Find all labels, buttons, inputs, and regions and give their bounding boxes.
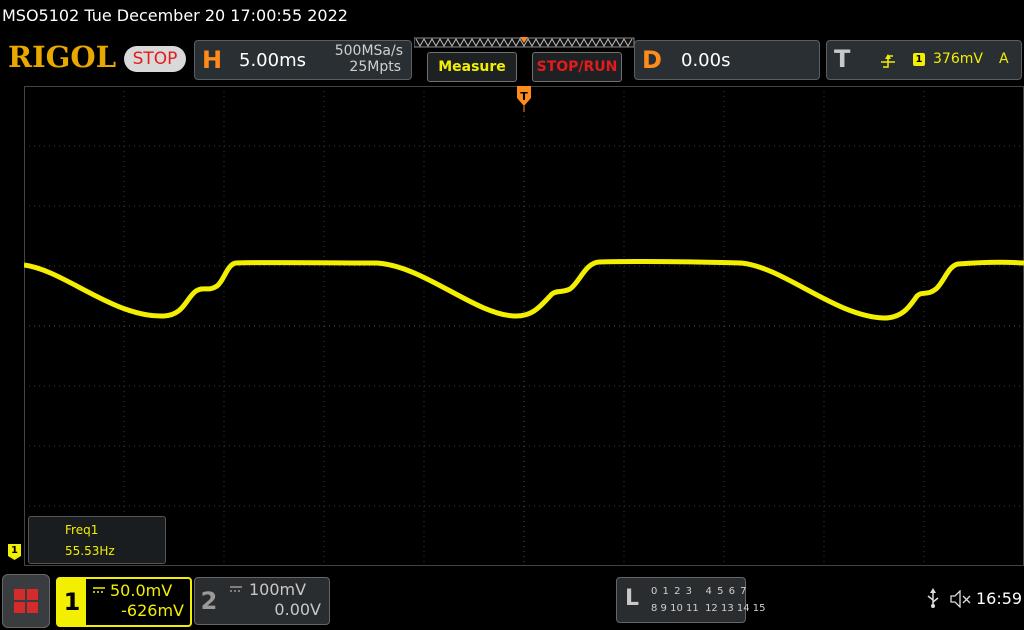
clock-time: 16:59 (976, 589, 1023, 608)
channel1-offset-marker[interactable]: 1 (8, 544, 21, 560)
navigation-button[interactable] (2, 574, 50, 628)
channel2-panel[interactable]: 2 100mV 0.00V (194, 577, 330, 625)
channel1-offset: -626mV (121, 601, 184, 620)
trigger-level: 376mV (933, 51, 983, 67)
rising-edge-icon (881, 54, 895, 68)
delay-value: 0.00s (681, 50, 731, 71)
run-state-badge[interactable]: STOP (124, 46, 186, 72)
brand-logo: RIGOL (8, 40, 117, 74)
waveform-display[interactable] (24, 86, 1024, 566)
channel1-waveform (24, 259, 1024, 321)
title-text: MSO5102 Tue December 20 17:00:55 2022 (2, 6, 348, 25)
horizontal-letter: H (202, 46, 223, 74)
memory-depth: 25Mpts (349, 59, 401, 75)
timebase-value: 5.00ms (239, 50, 306, 71)
logic-panel[interactable]: L 0 1 2 3 4 5 6 7 8 9 10 11 12 13 14 15 (616, 577, 766, 623)
memory-position-bar (414, 37, 635, 48)
measurement-name: Freq1 (65, 523, 99, 537)
channel1-offset-marker-label: 1 (11, 545, 18, 556)
horizontal-panel[interactable]: H 5.00ms 500MSa/s 25Mpts (194, 40, 412, 80)
measurement-panel[interactable]: Freq1 55.53Hz (28, 516, 166, 564)
usb-icon (927, 588, 939, 608)
measure-button-label: Measure (438, 59, 506, 75)
channel2-scale: 100mV (249, 580, 307, 599)
channel1-panel[interactable]: 1 50.0mV -626mV (56, 577, 192, 627)
channel2-offset: 0.00V (274, 600, 321, 619)
trigger-panel[interactable]: T 1 376mV A (826, 40, 1022, 80)
graticule-center (24, 86, 1024, 566)
channel2-coupling-icon (230, 586, 242, 592)
sample-rate: 500MSa/s (334, 43, 403, 59)
channel1-scale: 50.0mV (110, 581, 173, 600)
measurement-value: 55.53Hz (65, 544, 115, 558)
stop-run-button[interactable]: STOP/RUN (532, 52, 622, 82)
dc-coupling-icon (93, 587, 105, 593)
logic-letter: L (625, 586, 640, 611)
stop-run-button-label: STOP/RUN (536, 59, 618, 75)
trigger-letter: T (834, 45, 851, 73)
trigger-mode: A (999, 51, 1009, 67)
delay-letter: D (642, 46, 662, 74)
measure-button[interactable]: Measure (427, 52, 517, 82)
delay-panel[interactable]: D 0.00s (634, 40, 820, 80)
grid-menu-icon (14, 589, 38, 613)
trigger-position-label: T (520, 90, 528, 103)
speaker-muted-icon[interactable] (950, 590, 972, 608)
trigger-source-label: 1 (915, 54, 923, 65)
title-bar: MSO5102 Tue December 20 17:00:55 2022 (0, 0, 1024, 36)
logic-channels-low: 0 1 2 3 4 5 6 7 (651, 586, 748, 597)
trigger-source-badge: 1 (913, 53, 925, 66)
channel2-number: 2 (200, 587, 218, 615)
channel1-number: 1 (58, 579, 86, 625)
logic-channels-high: 8 9 10 11 12 13 14 15 (651, 603, 766, 614)
